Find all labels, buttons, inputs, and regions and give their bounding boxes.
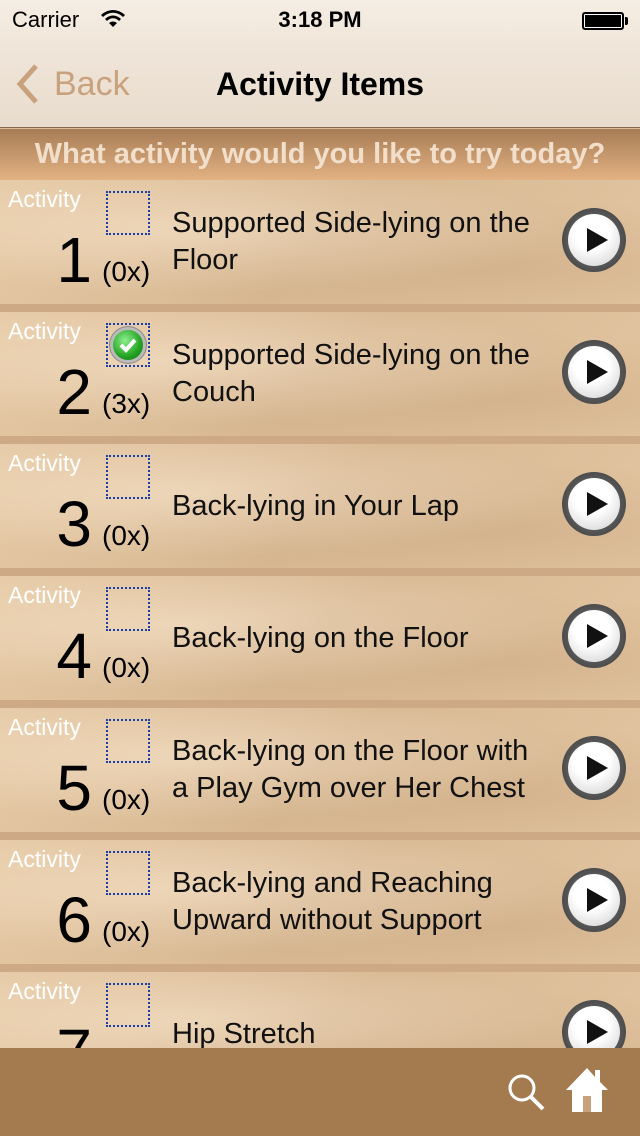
- activity-title: Back-lying in Your Lap: [172, 489, 459, 522]
- activity-label: Activity: [8, 978, 81, 1004]
- bottom-toolbar: [0, 1048, 640, 1136]
- play-button[interactable]: [562, 868, 626, 932]
- activity-row[interactable]: Activity 2 (3x) Supported Side-lying on …: [0, 312, 640, 444]
- activity-count: (0x): [102, 256, 151, 287]
- activity-label: Activity: [8, 714, 81, 740]
- play-icon: [587, 1020, 608, 1044]
- play-button[interactable]: [562, 604, 626, 668]
- clock: 3:18 PM: [278, 7, 362, 32]
- activity-count: (0x): [102, 916, 151, 947]
- activity-checkbox[interactable]: [106, 719, 150, 763]
- activity-checkbox[interactable]: [106, 323, 150, 367]
- activity-checkbox[interactable]: [106, 851, 150, 895]
- play-button[interactable]: [562, 1000, 626, 1048]
- activity-number: 6: [56, 884, 92, 956]
- activity-label: Activity: [8, 318, 81, 344]
- activity-count: (3x): [102, 388, 151, 419]
- prompt-banner: What activity would you like to try toda…: [0, 129, 640, 180]
- activity-label: Activity: [8, 846, 81, 872]
- activity-count: (0x): [102, 784, 151, 815]
- play-icon: [587, 624, 608, 648]
- activity-row[interactable]: Activity 3 (0x) Back-lying in Your Lap: [0, 444, 640, 576]
- play-icon: [587, 888, 608, 912]
- activity-count: (0x): [102, 520, 151, 551]
- play-button[interactable]: [562, 340, 626, 404]
- activity-number: 2: [56, 356, 92, 428]
- activity-title: Back-lying on the Floor: [172, 621, 469, 654]
- activity-label: Activity: [8, 186, 81, 212]
- activity-row[interactable]: Activity 7 (0x) Hip Stretch: [0, 972, 640, 1048]
- battery-icon: [582, 12, 628, 30]
- activity-number: 1: [56, 224, 92, 296]
- activity-count: (0x): [102, 652, 151, 683]
- activity-row[interactable]: Activity 5 (0x) Back-lying on the Floor …: [0, 708, 640, 840]
- activity-number: 4: [56, 620, 92, 692]
- navigation-bar: Back Activity Items: [0, 40, 640, 128]
- activity-checkbox[interactable]: [106, 191, 150, 235]
- activity-row[interactable]: Activity 1 (0x) Supported Side-lying on …: [0, 180, 640, 312]
- activity-title: Supported Side-lying on the Floor: [172, 207, 530, 276]
- activity-number: 5: [56, 752, 92, 824]
- play-button[interactable]: [562, 208, 626, 272]
- search-icon[interactable]: [506, 1072, 546, 1112]
- activity-title: Back-lying on the Floor with a Play Gym …: [172, 735, 529, 804]
- activity-label: Activity: [8, 582, 81, 608]
- play-button[interactable]: [562, 736, 626, 800]
- status-bar: Carrier 3:18 PM: [0, 0, 640, 40]
- play-icon: [587, 228, 608, 252]
- activity-row[interactable]: Activity 6 (0x) Back-lying and Reaching …: [0, 840, 640, 972]
- page-title: Activity Items: [215, 66, 425, 102]
- activity-title: Hip Stretch: [172, 1017, 316, 1049]
- play-icon: [587, 360, 608, 384]
- activity-number: 3: [56, 488, 92, 560]
- activity-title: Back-lying and Reaching Upward without S…: [172, 867, 493, 936]
- activity-label: Activity: [8, 450, 81, 476]
- play-button[interactable]: [562, 472, 626, 536]
- activity-number: 7: [56, 1016, 92, 1048]
- activity-checkbox[interactable]: [106, 983, 150, 1027]
- activity-row[interactable]: Activity 4 (0x) Back-lying on the Floor: [0, 576, 640, 708]
- home-icon[interactable]: [564, 1066, 610, 1114]
- activity-list[interactable]: Activity 1 (0x) Supported Side-lying on …: [0, 180, 640, 1048]
- checkmark-icon: [113, 330, 143, 360]
- activity-checkbox[interactable]: [106, 455, 150, 499]
- activity-checkbox[interactable]: [106, 587, 150, 631]
- play-icon: [587, 492, 608, 516]
- activity-title: Supported Side-lying on the Couch: [172, 339, 530, 408]
- play-icon: [587, 756, 608, 780]
